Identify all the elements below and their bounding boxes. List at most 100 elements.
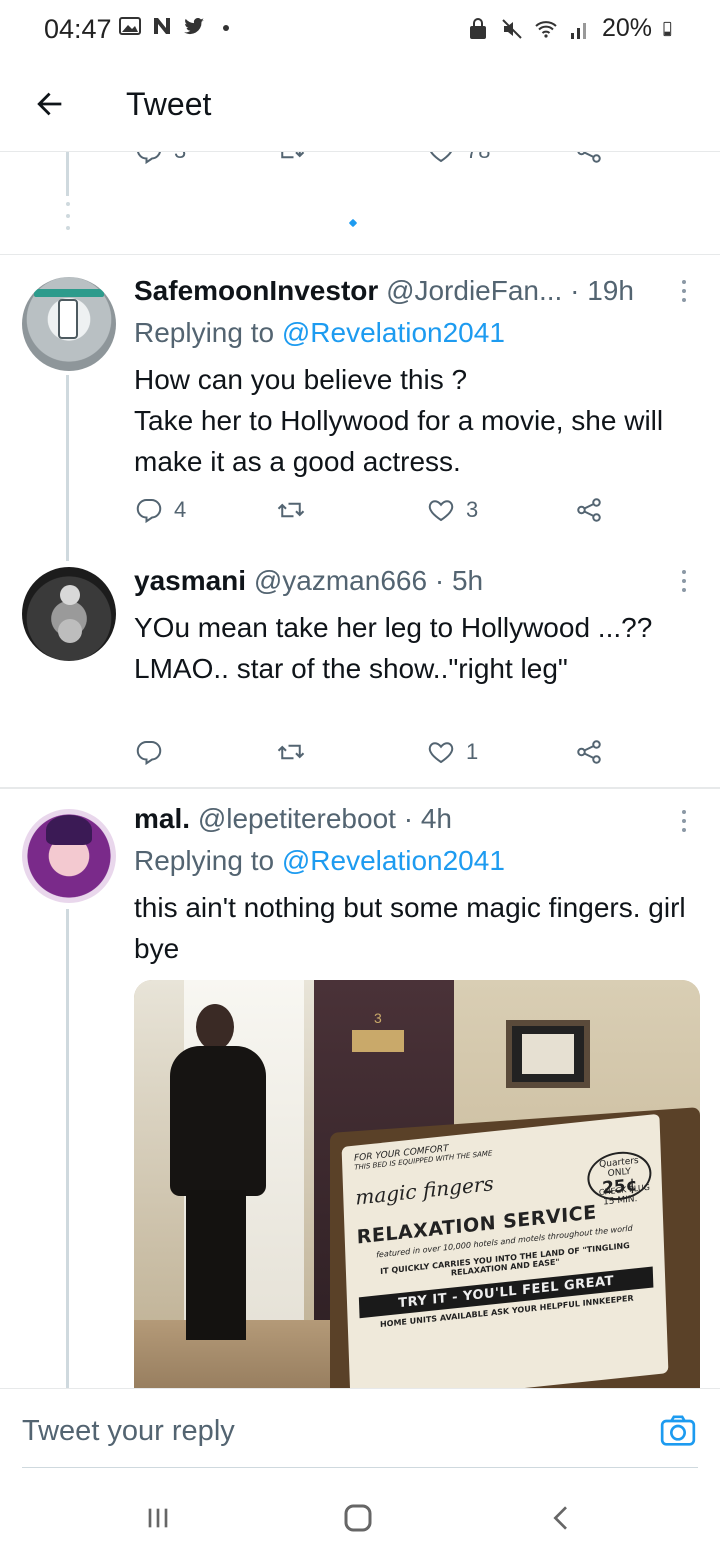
share-button[interactable] xyxy=(574,152,604,166)
share-icon xyxy=(577,740,601,764)
home-button[interactable] xyxy=(338,1498,378,1538)
status-right-icons: 20% xyxy=(466,14,678,43)
timestamp[interactable]: 19h xyxy=(587,275,634,306)
status-left-icons xyxy=(118,14,238,38)
username[interactable]: @lepetitereboot xyxy=(198,803,396,834)
wifi-icon xyxy=(535,20,557,38)
like-button[interactable]: 3 xyxy=(426,495,478,525)
reply-count: 3 xyxy=(174,152,186,164)
tweet-feed[interactable]: 3 78 SafemoonInvestor @JordieFan... · 19… xyxy=(0,152,720,1388)
reply-button[interactable] xyxy=(134,737,164,767)
retweet-button[interactable] xyxy=(276,495,306,525)
heart-icon xyxy=(428,500,454,522)
more-options-button[interactable] xyxy=(674,277,694,305)
status-time: 04:47 xyxy=(44,14,112,44)
avatar[interactable] xyxy=(22,809,116,903)
share-icon xyxy=(577,152,601,163)
more-options-button[interactable] xyxy=(674,807,694,835)
tweet-actions: 1 xyxy=(134,737,624,773)
top-app-bar: Tweet xyxy=(0,58,720,152)
camera-icon xyxy=(660,1415,696,1446)
partial-tweet-actions: 3 78 xyxy=(0,152,720,176)
camera-button[interactable] xyxy=(658,1411,698,1451)
heart-icon xyxy=(430,152,452,163)
tweet-actions: 4 3 xyxy=(134,495,624,531)
display-name[interactable]: yasmani xyxy=(134,565,246,596)
recent-apps-icon xyxy=(148,1508,168,1528)
system-nav-bar xyxy=(0,1468,720,1560)
reply-composer: Tweet your reply xyxy=(0,1388,720,1468)
battery-percent: 20% xyxy=(601,14,652,42)
tweet-text: YOu mean take her leg to Hollywood ...??… xyxy=(134,612,653,684)
share-button[interactable] xyxy=(574,737,604,767)
back-button[interactable] xyxy=(28,82,72,126)
tweet-header: yasmani @yazman666 · 5h xyxy=(134,565,666,597)
nav-back-button[interactable] xyxy=(542,1498,582,1538)
separator-dot: · xyxy=(570,275,580,306)
mention-link[interactable]: @Revelation2041 xyxy=(282,317,505,348)
media-person xyxy=(160,1000,270,1340)
retweet-icon xyxy=(277,744,305,760)
status-bar: 04:47 20% xyxy=(0,0,720,58)
more-options-button[interactable] xyxy=(674,567,694,595)
retweet-button[interactable] xyxy=(276,152,306,166)
n-app-icon xyxy=(154,18,170,34)
media-plate: FOR YOUR COMFORT THIS BED IS EQUIPPED WI… xyxy=(341,1113,669,1388)
reply-input[interactable]: Tweet your reply xyxy=(22,1415,235,1448)
tweet-item[interactable]: yasmani @yazman666 · 5h YOu mean take he… xyxy=(0,561,720,787)
reply-icon xyxy=(137,152,161,165)
tweet-text: How can you believe this ? Take her to H… xyxy=(134,364,664,477)
replying-to: Replying to @Revelation2041 xyxy=(134,845,505,877)
mention-link[interactable]: @Revelation2041 xyxy=(282,845,505,876)
reply-icon xyxy=(136,741,162,766)
home-icon xyxy=(344,1504,372,1532)
timestamp[interactable]: 4h xyxy=(421,803,452,834)
reply-button[interactable]: 3 xyxy=(134,152,186,166)
timestamp[interactable]: 5h xyxy=(452,565,483,596)
dot-icon xyxy=(223,25,229,31)
like-count: 3 xyxy=(466,497,479,522)
like-button[interactable]: 78 xyxy=(426,152,490,166)
thread-line xyxy=(66,152,69,196)
retweet-icon xyxy=(281,152,305,159)
thread-gap-dots xyxy=(66,202,70,230)
tweet-media-image[interactable]: 3 FOR YOUR COMFORT THIS BED IS EQUIPPED … xyxy=(134,980,700,1388)
separator-dot: · xyxy=(434,565,445,596)
reply-button[interactable]: 4 xyxy=(134,495,186,525)
avatar-phone-graphic xyxy=(58,299,78,339)
retweet-button[interactable] xyxy=(276,737,306,767)
signal-icon xyxy=(570,22,586,39)
username[interactable]: @JordieFan... xyxy=(386,275,562,306)
avatar-ball-graphic xyxy=(58,619,82,643)
avatar[interactable] xyxy=(22,277,116,371)
tweet-item[interactable]: SafemoonInvestor @JordieFan... · 19h Rep… xyxy=(0,255,720,561)
avatar[interactable] xyxy=(22,567,116,661)
tweet-header: SafemoonInvestor @JordieFan... · 19h xyxy=(134,275,666,307)
media-picture-frame xyxy=(506,1020,590,1088)
battery-icon xyxy=(663,21,672,36)
image-icon xyxy=(119,17,141,35)
username[interactable]: @yazman666 xyxy=(254,565,427,596)
separator-dot: · xyxy=(403,803,414,834)
recent-apps-button[interactable] xyxy=(138,1498,178,1538)
avatar-child-graphic xyxy=(60,585,80,605)
arrow-left-icon xyxy=(37,92,62,116)
heart-icon xyxy=(428,742,454,764)
share-icon xyxy=(577,498,601,522)
replying-prefix: Replying to xyxy=(134,317,275,348)
display-name[interactable]: mal. xyxy=(134,803,190,834)
back-icon xyxy=(553,1506,567,1530)
display-name[interactable]: SafemoonInvestor xyxy=(134,275,378,306)
replying-to: Replying to @Revelation2041 xyxy=(134,317,505,349)
loading-spinner-icon xyxy=(348,218,358,228)
share-button[interactable] xyxy=(574,495,604,525)
like-count: 78 xyxy=(466,152,490,164)
tweet-text: this ain't nothing but some magic finger… xyxy=(134,892,686,964)
replying-prefix: Replying to xyxy=(134,845,275,876)
retweet-icon xyxy=(277,502,305,518)
twitter-bird-icon xyxy=(184,17,204,35)
media-sign xyxy=(352,1030,404,1052)
avatar-hair-graphic xyxy=(46,815,92,845)
like-button[interactable]: 1 xyxy=(426,737,478,767)
media-door-number: 3 xyxy=(374,1010,382,1026)
